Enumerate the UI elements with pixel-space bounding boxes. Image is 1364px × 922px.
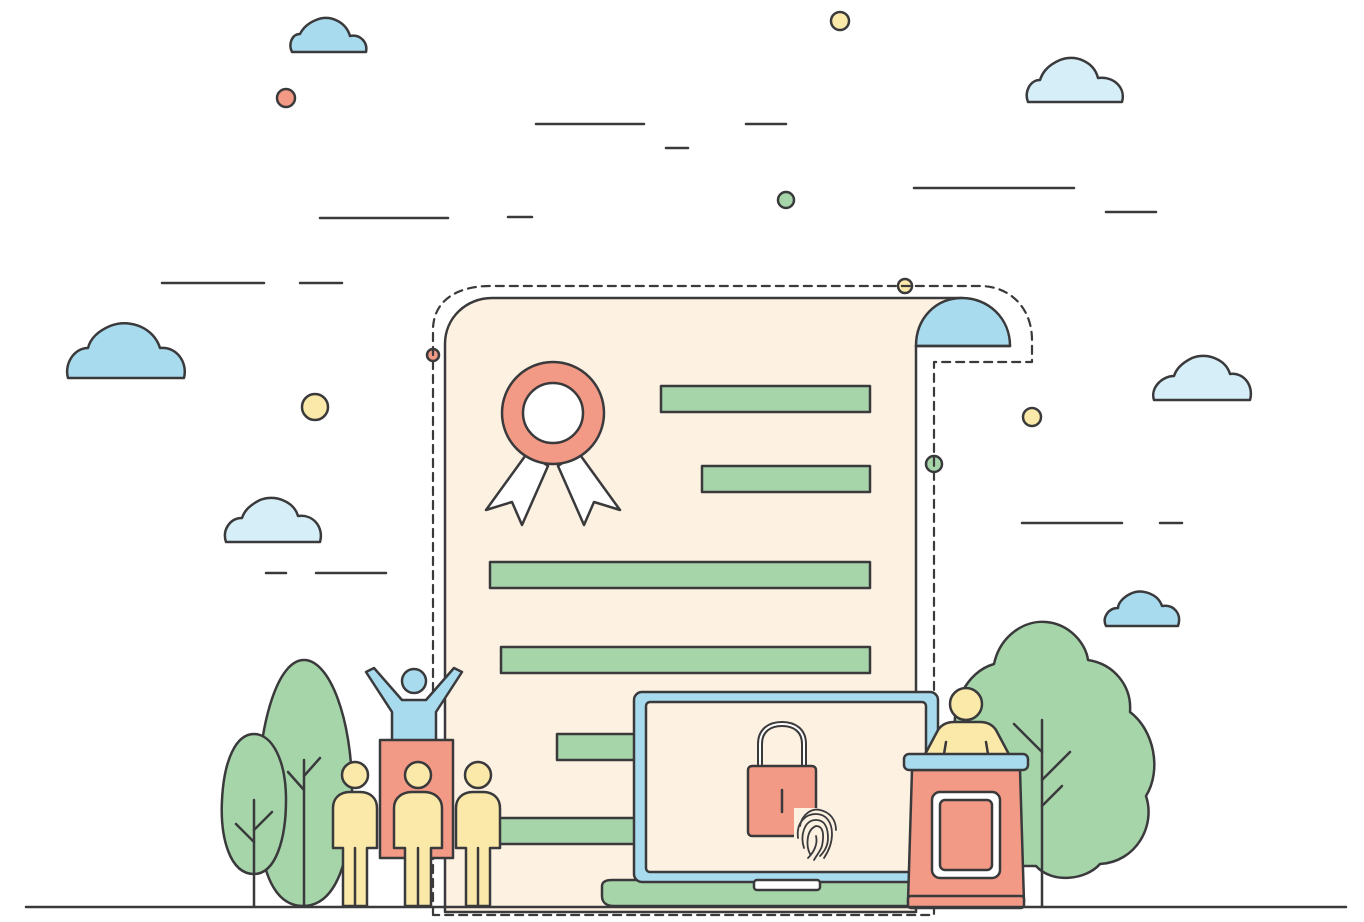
cloud-icon [65, 321, 187, 380]
fingerprint-icon [794, 808, 840, 862]
cloud-icon [1103, 590, 1181, 628]
illustration-scene [0, 0, 1364, 922]
cloud-icon [1151, 354, 1253, 402]
cloud-icon [223, 496, 323, 544]
cloud-icon [289, 16, 368, 54]
cloud-icon [1025, 56, 1125, 104]
